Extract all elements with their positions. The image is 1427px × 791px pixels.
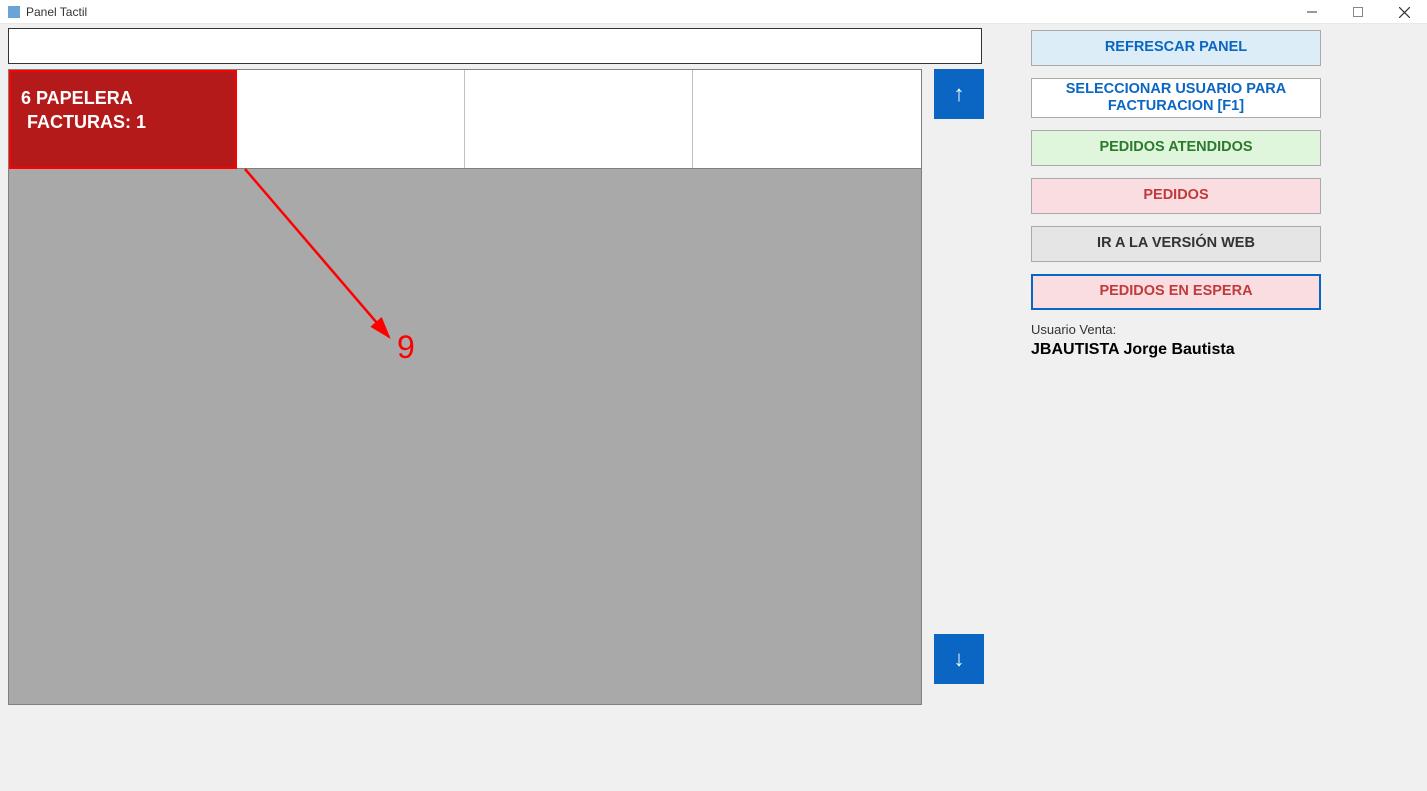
refresh-panel-button[interactable]: REFRESCAR PANEL	[1031, 30, 1321, 66]
orders-waiting-button[interactable]: PEDIDOS EN ESPERA	[1031, 274, 1321, 310]
order-card-papelera[interactable]: 6 PAPELERA FACTURAS: 1	[9, 70, 237, 169]
button-label: PEDIDOS ATENDIDOS	[1099, 139, 1252, 156]
order-card-line2: FACTURAS: 1	[21, 110, 225, 134]
orders-attended-button[interactable]: PEDIDOS ATENDIDOS	[1031, 130, 1321, 166]
scroll-down-button[interactable]: ↓	[934, 634, 984, 684]
sidebar: REFRESCAR PANEL SELECCIONAR USUARIO PARA…	[1017, 24, 1427, 791]
user-sale-label: Usuario Venta:	[1031, 322, 1327, 337]
arrow-up-icon: ↑	[954, 81, 965, 107]
grid-body	[9, 169, 921, 704]
select-user-button[interactable]: SELECCIONAR USUARIO PARA FACTURACION [F1…	[1031, 78, 1321, 118]
close-button[interactable]	[1381, 0, 1427, 24]
grid-header-cell	[465, 70, 693, 168]
titlebar: Panel Tactil	[0, 0, 1427, 24]
web-version-button[interactable]: IR A LA VERSIÓN WEB	[1031, 226, 1321, 262]
orders-grid: 6 PAPELERA FACTURAS: 1 9	[8, 69, 922, 705]
scroll-up-button[interactable]: ↑	[934, 69, 984, 119]
grid-header-cell	[693, 70, 921, 168]
window-controls	[1289, 0, 1427, 23]
search-input[interactable]	[8, 28, 982, 64]
app-icon	[8, 6, 20, 18]
orders-button[interactable]: PEDIDOS	[1031, 178, 1321, 214]
order-card-line1: 6 PAPELERA	[21, 86, 225, 110]
window-title: Panel Tactil	[26, 5, 87, 19]
button-label: IR A LA VERSIÓN WEB	[1097, 235, 1255, 252]
grid-header-cell	[237, 70, 465, 168]
main-panel: 6 PAPELERA FACTURAS: 1 9	[0, 24, 1017, 791]
user-sale-name: JBAUTISTA Jorge Bautista	[1031, 341, 1327, 359]
maximize-button[interactable]	[1335, 0, 1381, 24]
arrow-down-icon: ↓	[954, 646, 965, 672]
minimize-button[interactable]	[1289, 0, 1335, 24]
button-label: PEDIDOS EN ESPERA	[1099, 283, 1252, 300]
button-label: REFRESCAR PANEL	[1105, 39, 1247, 56]
button-label: SELECCIONAR USUARIO PARA FACTURACION [F1…	[1042, 81, 1310, 116]
button-label: PEDIDOS	[1143, 187, 1208, 204]
